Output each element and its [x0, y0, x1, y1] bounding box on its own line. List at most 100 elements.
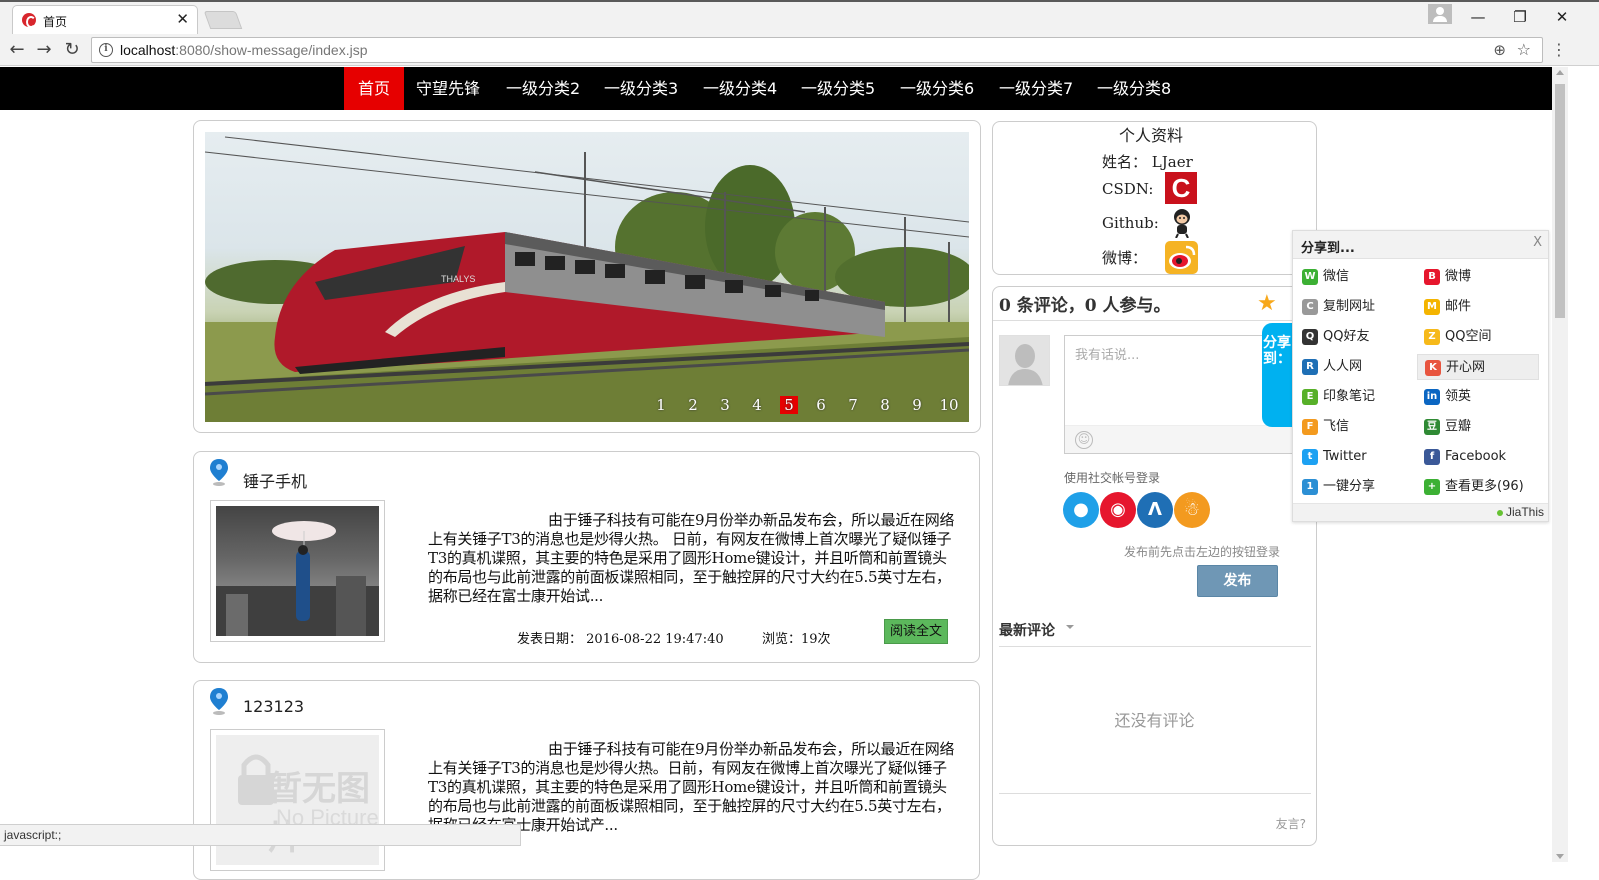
share-item-label: QQ空间	[1445, 329, 1492, 344]
reload-icon[interactable]: ↻	[60, 38, 84, 62]
article-thumbnail[interactable]	[210, 500, 385, 642]
browser-menu-icon[interactable]: ⋮	[1551, 40, 1567, 59]
slide-page-8[interactable]: 8	[869, 396, 901, 414]
share-item-more[interactable]: + 查看更多(96)	[1417, 474, 1539, 500]
jiathis-brand[interactable]: JiaThis	[1496, 505, 1544, 519]
restore-icon[interactable]: ❐	[1500, 6, 1540, 28]
share-item-renren[interactable]: R 人人网	[1295, 354, 1417, 380]
close-icon[interactable]: X	[1533, 235, 1542, 250]
page-scrollbar[interactable]	[1552, 67, 1568, 862]
slide-page-4[interactable]: 4	[741, 396, 773, 414]
browser-tab[interactable]: 首页 ✕	[12, 5, 198, 35]
share-item-label: 一键分享	[1323, 479, 1376, 494]
share-side-tab[interactable]: 分享到：	[1262, 323, 1292, 427]
profile-weibo-label: 微博：	[1102, 249, 1148, 267]
renren-login-icon[interactable]: Λ	[1137, 492, 1173, 528]
nav-item-category-8[interactable]: 一级分类8	[1083, 67, 1185, 110]
evernote-icon: E	[1302, 389, 1318, 405]
share-popup-footer: JiaThis	[1293, 503, 1548, 521]
back-arrow-icon[interactable]: ←	[5, 38, 29, 62]
new-tab-button[interactable]	[203, 11, 243, 29]
login-hint: 发布前先点击左边的按钮登录	[1124, 545, 1281, 559]
scroll-up-arrow-icon[interactable]	[1556, 70, 1564, 75]
weibo-icon[interactable]	[1165, 241, 1198, 274]
nav-item-overwatch[interactable]: 守望先锋	[402, 67, 494, 110]
site-info-icon[interactable]: i	[99, 43, 113, 57]
slide-page-3[interactable]: 3	[709, 396, 741, 414]
share-item-email[interactable]: M 邮件	[1417, 294, 1539, 320]
read-more-button[interactable]: 阅读全文	[884, 619, 948, 644]
address-bar[interactable]: i localhost:8080/show-message/index.jsp …	[91, 37, 1543, 63]
slide-page-2[interactable]: 2	[677, 396, 709, 414]
share-item-weibo[interactable]: B 微博	[1417, 264, 1539, 290]
article-title[interactable]: 123123	[243, 697, 304, 716]
window-close-icon[interactable]: ✕	[1542, 6, 1582, 28]
image-slider: THALYS 1 2 3 4 5 6 7 8 9 10	[193, 120, 981, 433]
share-item-qzone[interactable]: Z QQ空间	[1417, 324, 1539, 350]
slide-image-train[interactable]: THALYS 1 2 3 4 5 6 7 8 9 10	[205, 132, 969, 422]
twitter-icon: t	[1302, 449, 1318, 465]
divider	[993, 320, 1316, 321]
forward-arrow-icon[interactable]: →	[32, 38, 56, 62]
share-item-linkedin[interactable]: in 领英	[1417, 384, 1539, 410]
share-popup-title: 分享到...	[1301, 241, 1355, 256]
slide-page-10[interactable]: 10	[933, 396, 965, 414]
nav-item-category-7[interactable]: 一级分类7	[985, 67, 1087, 110]
dropdown-caret-icon[interactable]	[1066, 625, 1074, 629]
share-item-label: 开心网	[1446, 360, 1486, 375]
share-item-qq-friend[interactable]: Q QQ好友	[1295, 324, 1417, 350]
share-item-label: Twitter	[1323, 449, 1367, 464]
share-item-copy-url[interactable]: C 复制网址	[1295, 294, 1417, 320]
scrollbar-thumb[interactable]	[1555, 84, 1565, 318]
nav-item-home[interactable]: 首页	[344, 67, 405, 110]
article-title[interactable]: 锤子手机	[243, 468, 307, 492]
csdn-icon[interactable]: C	[1165, 172, 1197, 204]
kaixin-login-icon[interactable]: ☃	[1174, 492, 1210, 528]
nav-item-category-6[interactable]: 一级分类6	[886, 67, 988, 110]
nav-item-category-2[interactable]: 一级分类2	[492, 67, 594, 110]
faq-link[interactable]: 友言?	[1276, 815, 1306, 832]
browser-toolbar: ← → ↻ i localhost:8080/show-message/inde…	[0, 34, 1599, 66]
nav-item-category-3[interactable]: 一级分类3	[590, 67, 692, 110]
share-item-douban[interactable]: 豆豆瓣	[1417, 414, 1539, 440]
share-item-evernote[interactable]: E 印象笔记	[1295, 384, 1417, 410]
slide-page-7[interactable]: 7	[837, 396, 869, 414]
share-item-one-click-share[interactable]: 1 一键分享	[1295, 474, 1417, 500]
weibo-icon: B	[1424, 269, 1440, 285]
emoji-icon[interactable]: ☺	[1075, 431, 1093, 449]
publish-button[interactable]: 发布	[1197, 565, 1278, 597]
slide-page-1[interactable]: 1	[645, 396, 677, 414]
weibo-login-icon[interactable]: ◉	[1100, 492, 1136, 528]
share-item-facebook[interactable]: f Facebook	[1417, 444, 1539, 470]
latest-comments-label[interactable]: 最新评论	[999, 620, 1055, 640]
minimize-icon[interactable]: —	[1458, 6, 1498, 28]
article-thumbnail[interactable]: 暂无图片 No Picture	[210, 729, 385, 871]
profile-csdn-label: CSDN:	[1102, 180, 1154, 198]
zoom-icon[interactable]: ⊕	[1493, 41, 1506, 59]
bookmark-star-icon[interactable]: ☆	[1517, 40, 1531, 59]
wechat-icon: W	[1302, 269, 1318, 285]
article-card: 123123 暂无图片 No Picture 由于锤子科技有可能在9月份举办新品…	[193, 680, 980, 880]
tab-title: 首页	[43, 15, 68, 29]
star-icon[interactable]: ★	[1257, 291, 1277, 316]
share-item-wechat[interactable]: W 微信	[1295, 264, 1417, 290]
train-illustration: THALYS	[205, 136, 969, 422]
github-octocat-icon[interactable]	[1171, 208, 1193, 238]
slide-page-5-active[interactable]: 5	[773, 396, 805, 414]
scroll-down-arrow-icon[interactable]	[1556, 854, 1564, 859]
browser-tab-strip: 首页 ✕ — ❐ ✕	[0, 0, 1599, 35]
share-item-kaixin[interactable]: K 开心网	[1417, 354, 1539, 380]
article-card: 锤子手机 由于锤子科技有可能在9月份举办新品发布会，所以最近在网络上有关锤子T3…	[193, 451, 980, 663]
qq-login-icon[interactable]: ●	[1063, 492, 1099, 528]
slide-page-9[interactable]: 9	[901, 396, 933, 414]
nav-item-category-4[interactable]: 一级分类4	[689, 67, 791, 110]
email-icon: M	[1424, 299, 1440, 315]
nav-item-category-5[interactable]: 一级分类5	[787, 67, 889, 110]
share-item-twitter[interactable]: t Twitter	[1295, 444, 1417, 470]
more-icon: +	[1424, 479, 1440, 495]
close-tab-icon[interactable]: ✕	[176, 10, 189, 28]
slide-page-6[interactable]: 6	[805, 396, 837, 414]
user-profile-icon[interactable]	[1428, 4, 1452, 24]
share-item-fetion[interactable]: F 飞信	[1295, 414, 1417, 440]
fetion-icon: F	[1302, 419, 1318, 435]
